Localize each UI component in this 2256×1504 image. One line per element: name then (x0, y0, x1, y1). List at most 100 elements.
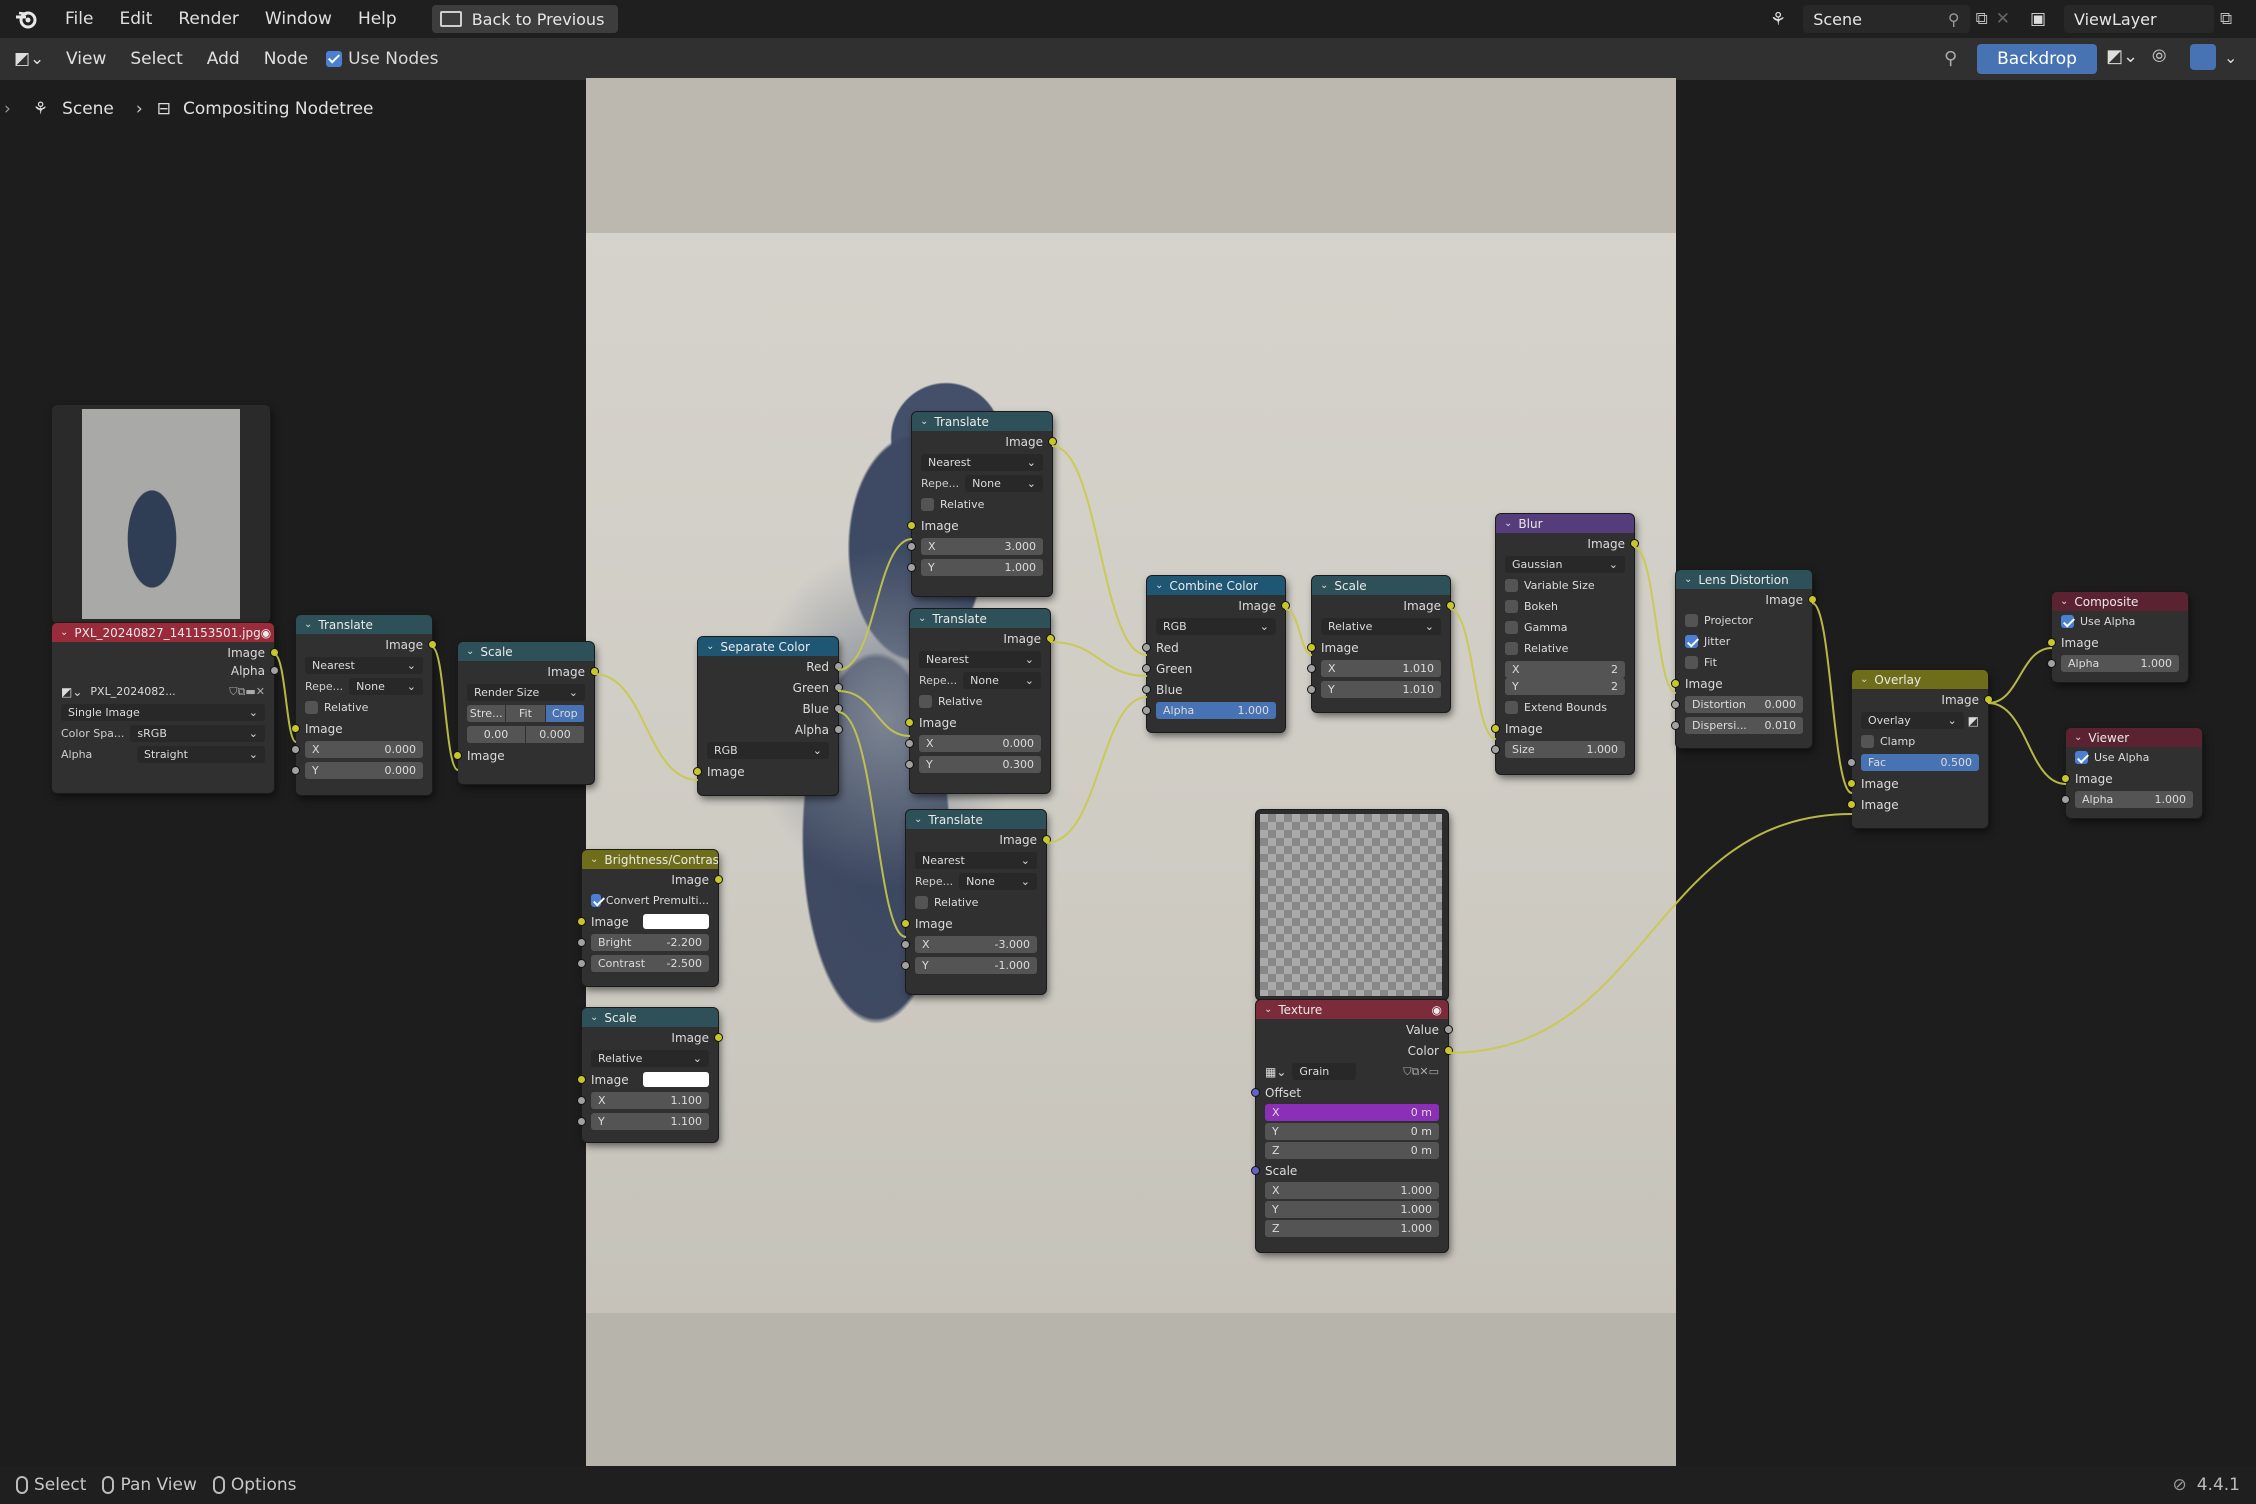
node-header[interactable]: ⌄ Lens Distortion (1676, 570, 1812, 589)
mode-dropdown[interactable]: RGB ⌄ (707, 742, 829, 759)
size-field[interactable]: Size 1.000 (1505, 741, 1625, 758)
node-header[interactable]: ⌄ Translate (906, 810, 1046, 829)
viewlayer-selector[interactable]: ▣ ViewLayer ⧉ (2030, 4, 2250, 34)
variable-size-checkbox[interactable] (1505, 579, 1518, 592)
input-socket[interactable] (577, 1075, 586, 1084)
scale-y-field[interactable]: Y 1.000 (1265, 1201, 1439, 1218)
menu-file[interactable]: File (52, 0, 106, 38)
blur-node[interactable]: ⌄ Blur Image Gaussian ⌄ Variable Size Boke… (1491, 514, 1639, 774)
output-socket[interactable] (270, 648, 279, 657)
convert-premultiplied-checkbox[interactable] (591, 894, 601, 907)
fac-field[interactable]: Fac 0.500 (1861, 754, 1979, 771)
node-header[interactable]: ⌄ Translate (910, 609, 1050, 628)
output-socket[interactable] (714, 875, 723, 884)
x-field[interactable]: X 3.000 (921, 538, 1043, 555)
repeat-dropdown[interactable]: None ⌄ (959, 873, 1037, 890)
repeat-dropdown[interactable]: None ⌄ (963, 672, 1041, 689)
extend-bounds-checkbox[interactable] (1505, 701, 1518, 714)
y-field[interactable]: Y 0.000 (305, 762, 423, 779)
distortion-field[interactable]: Distortion 0.000 (1685, 696, 1803, 713)
overlay-mix-node[interactable]: ⌄ Overlay Image Overlay ⌄ ◩ Clamp Fac 0.500 … (1847, 670, 1993, 828)
dispersion-field[interactable]: Dispersi... 0.010 (1685, 717, 1803, 734)
filter-dropdown[interactable]: Nearest ⌄ (921, 454, 1043, 471)
filter-dropdown[interactable]: Nearest ⌄ (305, 657, 423, 674)
node-header[interactable]: ⌄ Texture ◉ (1256, 1000, 1448, 1019)
output-socket[interactable] (1630, 539, 1639, 548)
use-alpha-icon[interactable]: ◩ (1968, 714, 1979, 728)
backdrop-toggle-button[interactable]: Backdrop (1977, 44, 2097, 74)
datablock-icons[interactable]: ⛉⧉▬✕ (229, 685, 265, 699)
breadcrumb-nodetree[interactable]: Compositing Nodetree (183, 99, 374, 119)
texture-node[interactable]: ⌄ Texture ◉ Value Color ▦⌄ Grain ⛉⧉✕▭ Offset… (1251, 1000, 1453, 1252)
repeat-dropdown[interactable]: None ⌄ (965, 475, 1043, 492)
translate-node[interactable]: ⌄ Translate Image Nearest ⌄ Repe... None ⌄ R… (907, 412, 1057, 596)
viewer-node[interactable]: ⌄ Viewer Use Alpha Image Alpha 1.000 (2061, 728, 2202, 818)
output-socket[interactable] (1042, 835, 1051, 844)
pin-icon[interactable]: ⚲ (1944, 48, 1957, 69)
offset-z-field[interactable]: Z0 m (1265, 1142, 1439, 1159)
editor-type-icon[interactable]: ◩⌄ (14, 49, 54, 69)
scale-z-field[interactable]: Z 1.000 (1265, 1220, 1439, 1237)
x-field[interactable]: X -3.000 (915, 936, 1037, 953)
offset-y-field[interactable]: Y0 m (1265, 1123, 1439, 1140)
texture-datablock[interactable]: ▦⌄ Grain ⛉⧉✕▭ (1256, 1061, 1448, 1082)
node-header[interactable]: ⌄ Brightness/Contrast (582, 850, 718, 869)
output-socket[interactable] (1281, 601, 1290, 610)
scene-field[interactable]: Scene ⚲ (1803, 5, 1970, 33)
translate-node[interactable]: ⌄ Translate Image Nearest ⌄ Repe... None ⌄ R… (901, 810, 1051, 994)
lens-distortion-node[interactable]: ⌄ Lens Distortion Image Projector Jitter … (1671, 570, 1817, 748)
scale-node[interactable]: ⌄ Scale Image Relative ⌄ Image X 1.010 Y 1.0… (1307, 576, 1455, 712)
delete-scene-icon[interactable]: ✕ (1996, 9, 2010, 29)
bright-field[interactable]: Bright -2.200 (591, 934, 709, 951)
output-socket[interactable] (1444, 1025, 1453, 1034)
header-select[interactable]: Select (118, 49, 194, 69)
space-dropdown[interactable]: Relative ⌄ (591, 1050, 709, 1067)
output-socket[interactable] (1444, 1046, 1453, 1055)
brightness-contrast-node[interactable]: ⌄ Brightness/Contrast Image Convert Premu… (577, 850, 723, 986)
input-socket[interactable] (2047, 638, 2056, 647)
use-nodes-checkbox[interactable] (326, 49, 343, 69)
alpha-field[interactable]: Alpha 1.000 (2061, 655, 2179, 672)
mode-dropdown[interactable]: RGB ⌄ (1156, 618, 1276, 635)
color-swatch[interactable] (643, 1072, 709, 1087)
input-socket[interactable] (1847, 779, 1856, 788)
x-field[interactable]: X 1.100 (591, 1092, 709, 1109)
alpha-field[interactable]: Alpha 1.000 (2075, 791, 2193, 808)
overlay-dropdown-icon[interactable]: ⌄ (2224, 48, 2237, 67)
y-field[interactable]: Y 0.300 (919, 756, 1041, 773)
header-view[interactable]: View (54, 49, 118, 69)
menu-help[interactable]: Help (345, 0, 410, 38)
x-field[interactable]: X 1.010 (1321, 660, 1441, 677)
scale-x-field[interactable]: X 1.000 (1265, 1182, 1439, 1199)
projector-checkbox[interactable] (1685, 614, 1698, 627)
relative-checkbox[interactable] (921, 498, 934, 511)
input-socket[interactable] (1251, 1088, 1260, 1097)
output-socket[interactable] (1808, 595, 1817, 604)
output-socket[interactable] (1046, 634, 1055, 643)
node-header[interactable]: ⌄ Composite (2052, 592, 2188, 611)
input-socket[interactable] (905, 718, 914, 727)
translate-node[interactable]: ⌄ Translate Image Nearest ⌄ Repe... None ⌄ R… (291, 615, 437, 795)
output-socket[interactable] (1984, 695, 1993, 704)
input-socket[interactable] (1671, 679, 1680, 688)
combine-color-node[interactable]: ⌄ Combine Color Image RGB ⌄ Red Green Blue… (1142, 576, 1290, 732)
blend-mode-dropdown[interactable]: Overlay ⌄ (1861, 712, 1964, 729)
input-socket[interactable] (1142, 685, 1151, 694)
relative-checkbox[interactable] (305, 701, 318, 714)
header-add[interactable]: Add (195, 49, 252, 69)
blender-logo-icon[interactable] (0, 0, 52, 38)
input-socket[interactable] (453, 751, 462, 760)
input-socket[interactable] (291, 724, 300, 733)
use-alpha-checkbox[interactable] (2075, 751, 2088, 764)
node-header[interactable]: ⌄ Translate (296, 615, 432, 634)
node-header[interactable]: ⌄ Scale (582, 1008, 718, 1027)
relative-checkbox[interactable] (1505, 642, 1518, 655)
y-field[interactable]: Y2 (1505, 678, 1625, 695)
output-socket[interactable] (590, 667, 599, 676)
bokeh-checkbox[interactable] (1505, 600, 1518, 613)
clamp-checkbox[interactable] (1861, 735, 1874, 748)
color-swatch[interactable] (643, 914, 709, 929)
x-field[interactable]: X 0.000 (305, 741, 423, 758)
pin-icon[interactable]: ⚲ (1948, 10, 1960, 29)
filter-dropdown[interactable]: Nearest ⌄ (915, 852, 1037, 869)
